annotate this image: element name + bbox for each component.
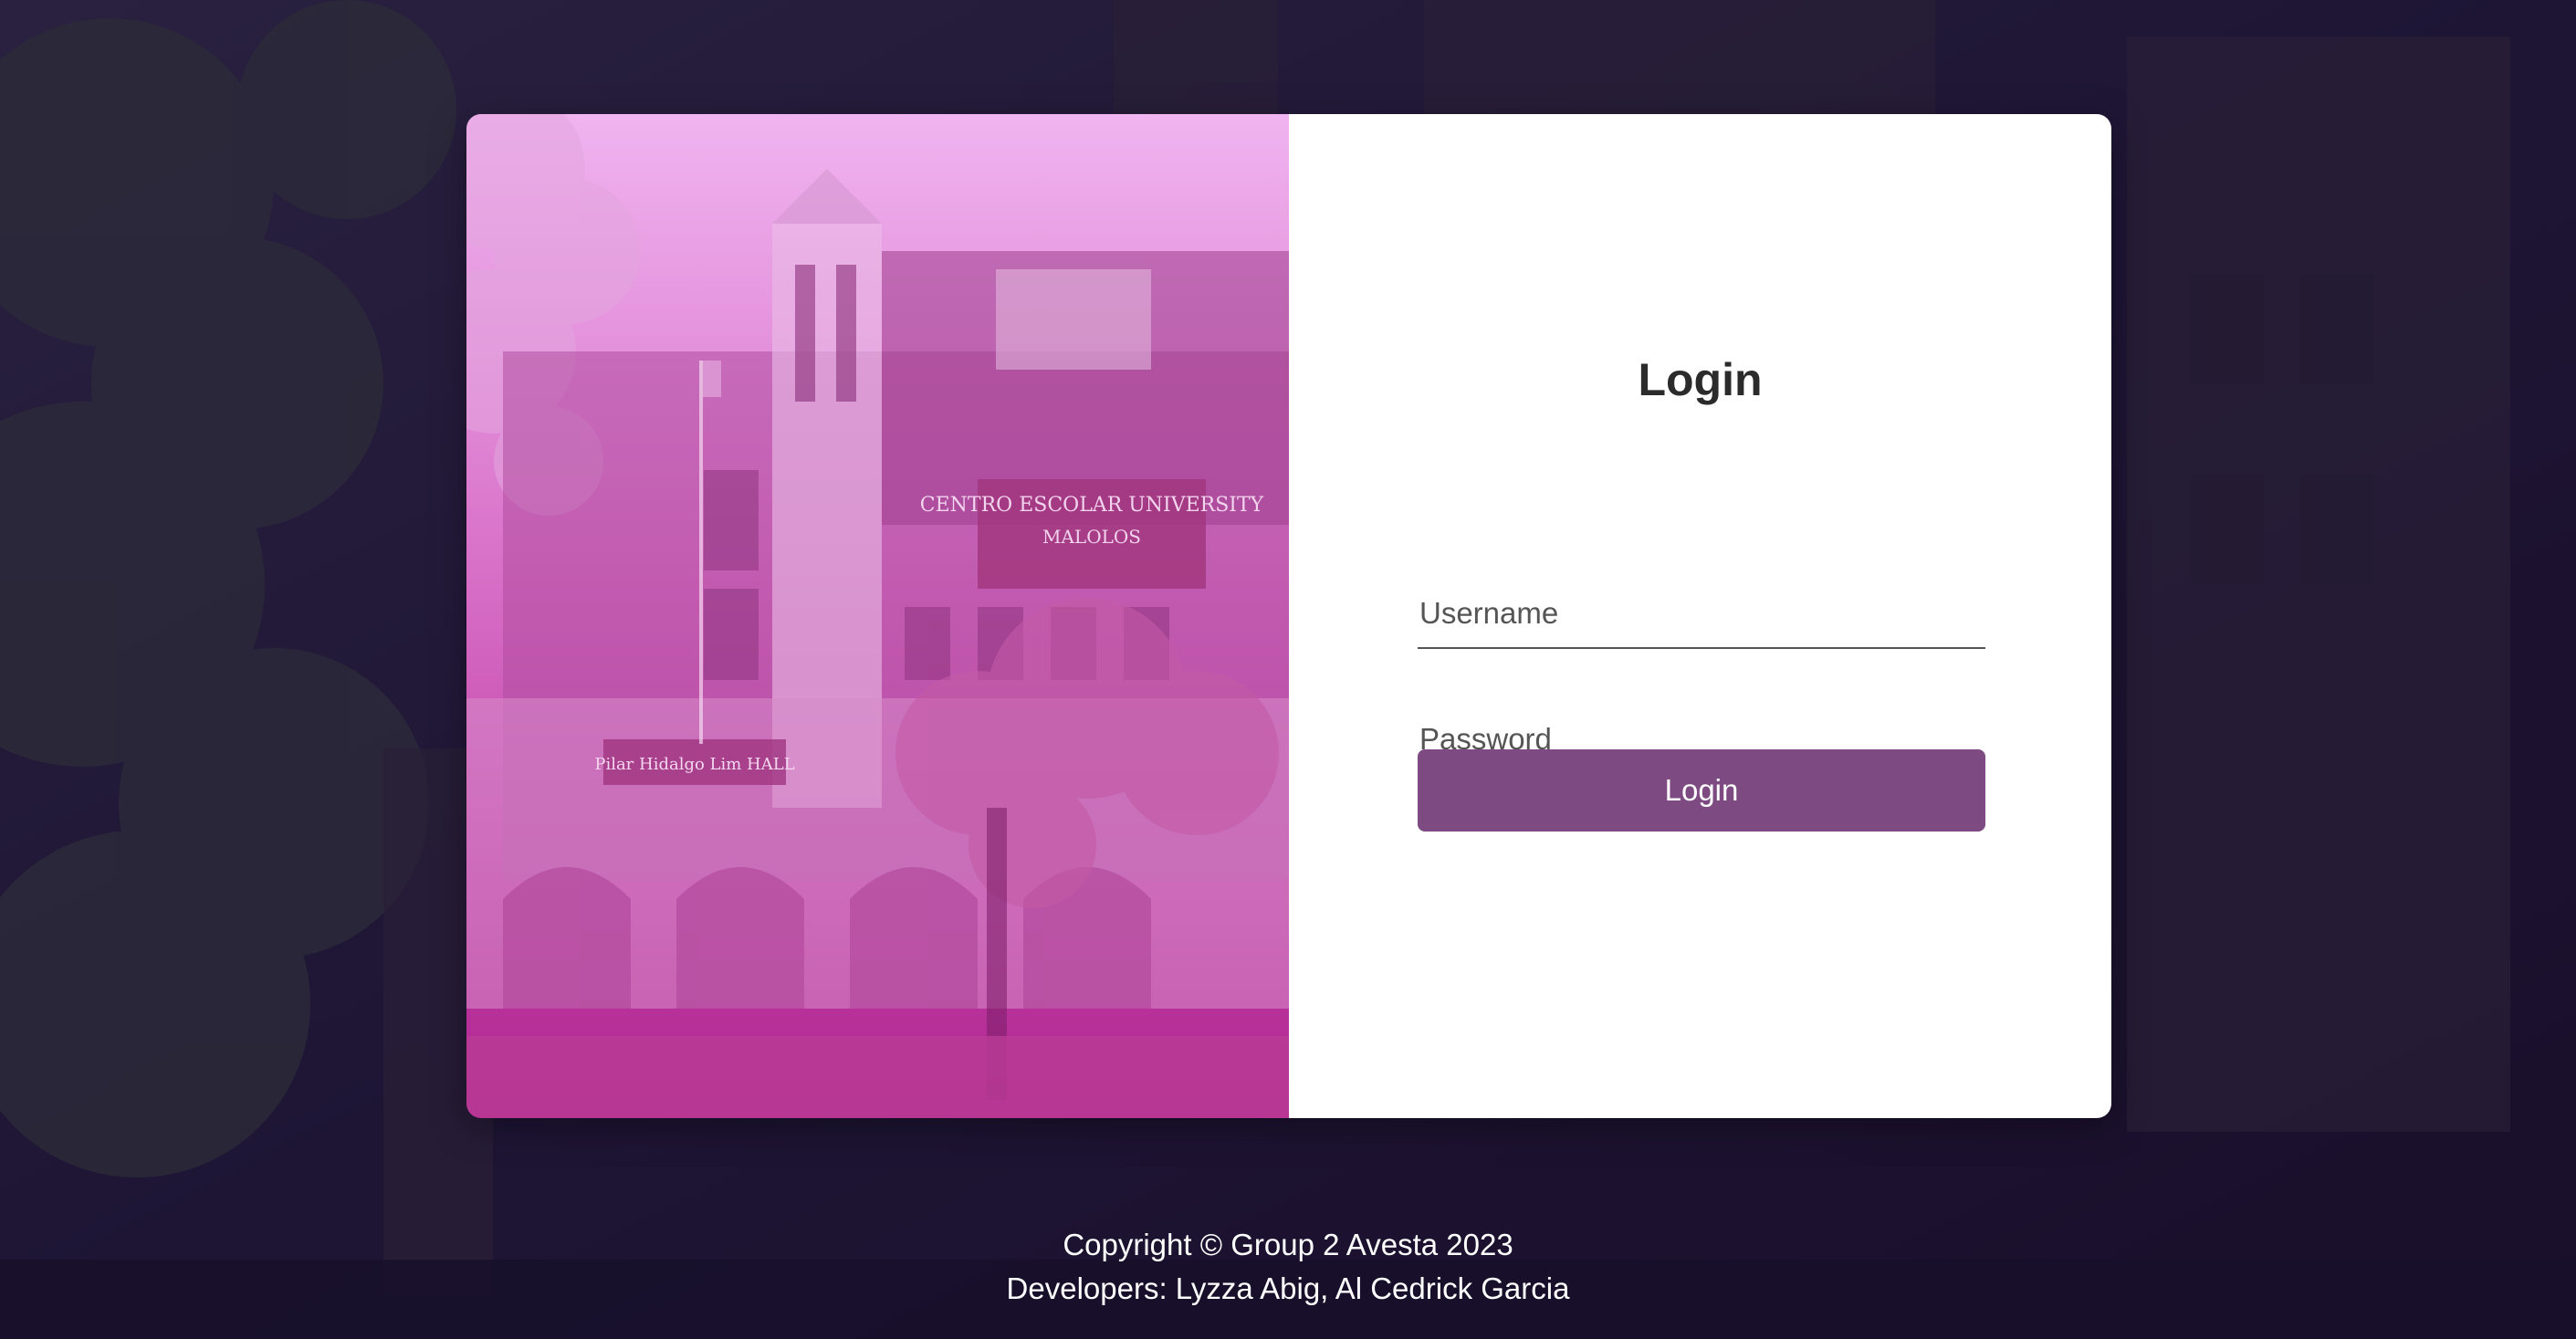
login-card: CENTRO ESCOLAR UNIVERSITY MALOLOS Pilar … (466, 114, 2111, 1118)
username-input[interactable] (1418, 580, 1985, 649)
campus-sign-text: MALOLOS (1042, 526, 1141, 548)
login-title: Login (1638, 354, 1763, 405)
developers-text: Developers: Lyzza Abig, Al Cedrick Garci… (1006, 1271, 1570, 1305)
footer: Copyright © Group 2 Avesta 2023 Develope… (0, 1223, 2576, 1311)
university-sign-text: CENTRO ESCOLAR UNIVERSITY (920, 494, 1264, 517)
login-button[interactable]: Login (1418, 749, 1985, 832)
login-page: CENTRO ESCOLAR UNIVERSITY MALOLOS Pilar … (0, 0, 2576, 1339)
copyright-text: Copyright © Group 2 Avesta 2023 (1063, 1228, 1513, 1261)
hall-sign-text: Pilar Hidalgo Lim HALL (594, 755, 794, 774)
login-form-panel: Login Login (1289, 114, 2111, 1118)
campus-building-image: CENTRO ESCOLAR UNIVERSITY MALOLOS Pilar … (466, 114, 1289, 1118)
